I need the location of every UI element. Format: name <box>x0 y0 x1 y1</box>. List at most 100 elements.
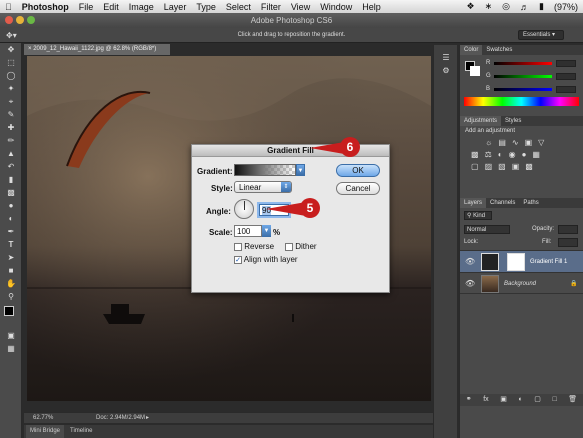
vibrance-icon[interactable]: ▽ <box>538 138 544 147</box>
angle-dial[interactable] <box>234 199 254 219</box>
visibility-eye-icon[interactable]: 👁 <box>465 279 475 288</box>
exposure-icon[interactable]: ▣ <box>525 138 533 147</box>
blue-slider[interactable] <box>494 88 552 91</box>
gradient-map-icon[interactable]: ▩ <box>525 162 533 171</box>
menu-file[interactable]: File <box>74 2 99 12</box>
tab-layers[interactable]: Layers <box>460 198 487 208</box>
menu-filter[interactable]: Filter <box>256 2 286 12</box>
channel-mixer-icon[interactable]: ● <box>522 150 527 159</box>
layer-row-gradient-fill[interactable]: 👁 Gradient Fill 1 <box>460 250 583 272</box>
layer-row-background[interactable]: 👁 Background 🔒 <box>460 272 583 294</box>
tab-styles[interactable]: Styles <box>501 116 525 126</box>
visibility-eye-icon[interactable]: 👁 <box>465 257 475 266</box>
zoom-level[interactable]: 62.77% <box>33 413 53 424</box>
background-swatch[interactable] <box>470 66 480 76</box>
dropbox-icon[interactable]: ❖ <box>462 1 480 12</box>
levels-icon[interactable]: ▤ <box>498 138 506 147</box>
apple-menu-icon[interactable]:  <box>0 2 17 12</box>
menu-select[interactable]: Select <box>221 2 256 12</box>
clone-stamp-tool-icon[interactable]: ▲ <box>0 147 22 160</box>
blue-value-field[interactable] <box>556 86 576 93</box>
quick-select-tool-icon[interactable]: ✦ <box>0 82 22 95</box>
eyedropper-tool-icon[interactable]: ✎ <box>0 108 22 121</box>
move-tool-icon[interactable]: ✥ <box>0 43 22 56</box>
add-mask-icon[interactable]: ▣ <box>500 394 507 406</box>
blur-tool-icon[interactable]: ● <box>0 199 22 212</box>
photo-filter-icon[interactable]: ◉ <box>509 150 516 159</box>
new-adjustment-icon[interactable]: ◐ <box>518 394 522 406</box>
new-layer-icon[interactable]: □ <box>552 394 556 406</box>
gradient-picker[interactable] <box>234 164 296 176</box>
trash-icon[interactable]: 🗑 <box>568 394 577 406</box>
align-with-layer-checkbox[interactable]: ✓ <box>234 255 242 264</box>
close-window-icon[interactable] <box>5 16 13 24</box>
wifi-icon[interactable]: ◎ <box>497 1 515 12</box>
black-white-icon[interactable]: ◐ <box>498 150 503 159</box>
history-panel-icon[interactable]: ☰ <box>434 51 458 64</box>
type-tool-icon[interactable]: T <box>0 238 22 251</box>
hue-saturation-icon[interactable]: ▩ <box>471 150 479 159</box>
tab-adjustments[interactable]: Adjustments <box>460 116 502 126</box>
menu-app-photoshop[interactable]: Photoshop <box>17 2 74 12</box>
foreground-color-swatch[interactable] <box>4 306 14 316</box>
quick-mask-icon[interactable]: ▣ <box>0 329 22 342</box>
path-select-tool-icon[interactable]: ➤ <box>0 251 22 264</box>
new-group-icon[interactable]: ▢ <box>534 394 541 406</box>
style-select[interactable]: Linear ⇕ <box>234 181 292 193</box>
tab-channels[interactable]: Channels <box>486 198 519 208</box>
fill-field[interactable] <box>558 238 578 247</box>
document-tab[interactable]: × 2009_12_Hawaii_1122.jpg @ 62.8% (RGB/8… <box>24 44 170 55</box>
lasso-tool-icon[interactable]: ◯ <box>0 69 22 82</box>
dodge-tool-icon[interactable]: ◐ <box>0 212 22 225</box>
dither-checkbox[interactable] <box>285 242 293 251</box>
gradient-tool-icon[interactable]: ▩ <box>0 186 22 199</box>
threshold-icon[interactable]: ▧ <box>498 162 506 171</box>
curves-icon[interactable]: ∿ <box>512 138 519 147</box>
opacity-field[interactable] <box>558 225 578 234</box>
selective-color-icon[interactable]: ▣ <box>512 162 520 171</box>
green-slider[interactable] <box>494 75 552 78</box>
volume-icon[interactable]: ♬ <box>515 2 534 12</box>
green-value-field[interactable] <box>556 73 576 80</box>
eraser-tool-icon[interactable]: ▮ <box>0 173 22 186</box>
align-checkbox-row[interactable]: ✓ Align with layer <box>234 255 298 264</box>
zoom-tool-icon[interactable]: ⚲ <box>0 290 22 303</box>
properties-panel-icon[interactable]: ⚙ <box>434 64 458 77</box>
reverse-checkbox[interactable] <box>234 242 242 251</box>
marquee-tool-icon[interactable]: ⬚ <box>0 56 22 69</box>
history-brush-tool-icon[interactable]: ↶ <box>0 160 22 173</box>
menu-edit[interactable]: Edit <box>98 2 124 12</box>
red-slider[interactable] <box>494 62 552 65</box>
color-balance-icon[interactable]: ⚖ <box>485 150 492 159</box>
tab-mini-bridge[interactable]: Mini Bridge <box>26 425 65 438</box>
color-spectrum-ramp[interactable] <box>464 97 579 106</box>
screen-mode-icon[interactable]: ▦ <box>0 342 22 355</box>
tab-timeline[interactable]: Timeline <box>66 425 96 438</box>
menu-view[interactable]: View <box>286 2 315 12</box>
menu-help[interactable]: Help <box>357 2 386 12</box>
fx-icon[interactable]: fx <box>483 394 488 406</box>
shape-tool-icon[interactable]: ■ <box>0 264 22 277</box>
tab-paths[interactable]: Paths <box>519 198 542 208</box>
menu-window[interactable]: Window <box>315 2 357 12</box>
color-lookup-icon[interactable]: ▦ <box>532 150 540 159</box>
close-tab-icon[interactable]: × <box>28 46 32 52</box>
crop-tool-icon[interactable]: ⌖ <box>0 95 22 108</box>
battery-icon[interactable]: ▮ <box>534 1 549 12</box>
scale-input[interactable]: 100 <box>234 225 262 237</box>
invert-icon[interactable]: ▢ <box>471 162 479 171</box>
menu-type[interactable]: Type <box>191 2 221 12</box>
tab-color[interactable]: Color <box>460 45 483 55</box>
healing-brush-tool-icon[interactable]: ✚ <box>0 121 22 134</box>
tab-swatches[interactable]: Swatches <box>482 45 516 55</box>
dither-checkbox-row[interactable]: Dither <box>285 242 317 251</box>
brightness-icon[interactable]: ☼ <box>485 138 492 147</box>
blend-mode-select[interactable]: Normal <box>464 225 510 234</box>
menu-image[interactable]: Image <box>124 2 159 12</box>
bluetooth-icon[interactable]: ∗ <box>480 1 498 12</box>
workspace-select[interactable]: Essentials ▾ <box>518 30 564 40</box>
pen-tool-icon[interactable]: ✒ <box>0 225 22 238</box>
posterize-icon[interactable]: ▨ <box>485 162 493 171</box>
scale-dropdown-icon[interactable]: ▼ <box>262 225 271 237</box>
brush-tool-icon[interactable]: ✏ <box>0 134 22 147</box>
